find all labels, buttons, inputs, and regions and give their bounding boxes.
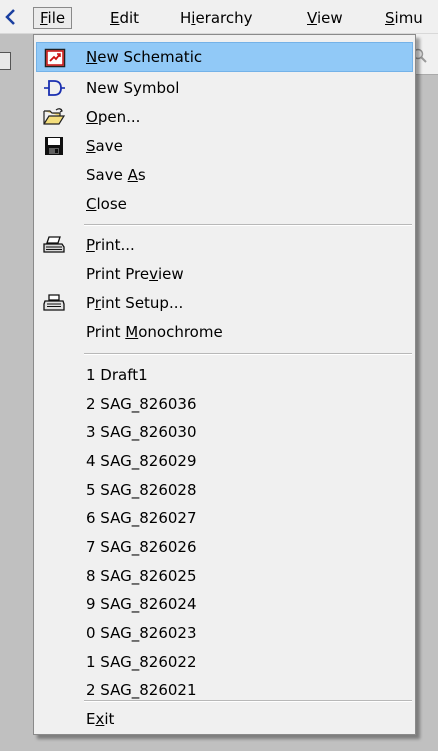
menu-item-close[interactable]: Close [36,189,413,219]
recent-file-item[interactable]: 3 SAG_826030 [36,417,413,447]
app-window: File Edit Hierarchy View Simu New Schema… [0,0,438,751]
menu-item-save-as[interactable]: Save As [36,160,413,190]
menu-view[interactable]: View [301,7,349,29]
menu-separator [84,353,412,355]
menu-item-print-preview[interactable]: Print Preview [36,259,413,289]
recent-file-item[interactable]: 5 SAG_826028 [36,475,413,505]
menu-bar: File Edit Hierarchy View Simu [0,0,438,34]
menu-simulate[interactable]: Simu [379,7,429,29]
open-folder-icon [43,108,65,125]
menu-file[interactable]: File [33,7,73,29]
menu-separator [84,224,412,226]
recent-file-item[interactable]: 4 SAG_826029 [36,446,413,476]
menu-edit[interactable]: Edit [104,7,145,29]
menu-item-print-setup[interactable]: Print Setup... [36,288,413,318]
recent-file-item[interactable]: 9 SAG_826024 [36,589,413,619]
printer-icon [43,236,65,253]
toolbar-button[interactable] [0,52,11,70]
menu-hierarchy[interactable]: Hierarchy [174,7,259,29]
menu-item-new-schematic[interactable]: New Schematic [36,42,413,72]
recent-file-item[interactable]: 6 SAG_826027 [36,503,413,533]
new-schematic-icon [44,48,66,68]
menu-item-print[interactable]: Print... [36,230,413,260]
app-logo-icon [5,9,15,25]
recent-file-item[interactable]: 7 SAG_826026 [36,532,413,562]
recent-file-item[interactable]: 1 Draft1 [36,360,413,390]
recent-file-item[interactable]: 2 SAG_826036 [36,389,413,419]
new-symbol-icon [44,80,65,96]
menu-item-open[interactable]: Open... [36,102,413,132]
menu-separator [84,700,412,702]
menu-item-new-symbol[interactable]: New Symbol [36,73,413,103]
recent-file-item[interactable]: 0 SAG_826023 [36,618,413,648]
recent-file-item[interactable]: 1 SAG_826022 [36,647,413,677]
file-menu-dropdown: New Schematic New Symbol Open... Save Sa… [33,34,416,735]
menu-item-exit[interactable]: Exit [36,704,413,734]
menu-item-save[interactable]: Save [36,131,413,161]
print-setup-icon [43,294,65,311]
menu-item-print-monochrome[interactable]: Print Monochrome [36,317,413,347]
recent-file-item[interactable]: 8 SAG_826025 [36,561,413,591]
save-icon [45,137,63,155]
